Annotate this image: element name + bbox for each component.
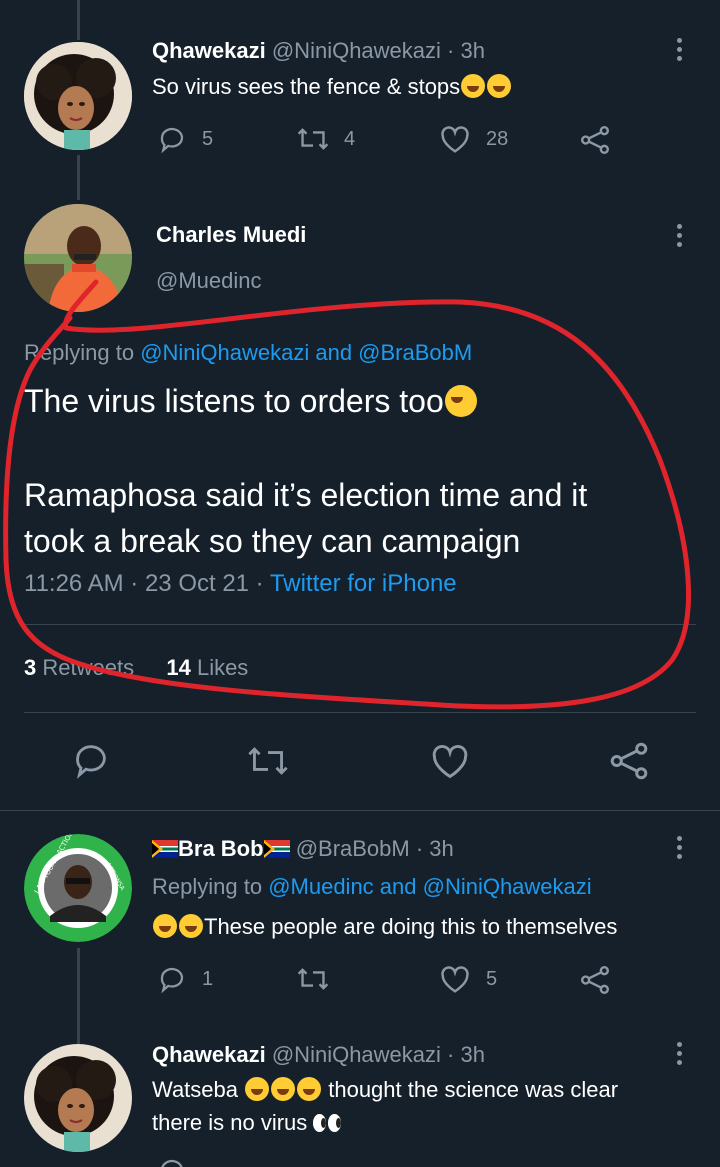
tweet-time[interactable]: · 3h: [416, 836, 454, 861]
replying-to-links[interactable]: @Muedinc and @NiniQhawekazi: [268, 874, 591, 899]
rofl-emoji-icon: [297, 1077, 322, 1101]
reply-button[interactable]: 1: [156, 964, 213, 994]
retweet-icon: [297, 968, 329, 990]
reply-count: 1: [202, 967, 214, 990]
share-button[interactable]: [578, 964, 612, 996]
user-handle[interactable]: @NiniQhawekazi: [272, 1042, 441, 1067]
rofl-emoji-icon: [153, 914, 177, 938]
like-button[interactable]: 5: [438, 964, 497, 994]
user-handle[interactable]: @BraBobM: [296, 836, 410, 861]
tweet-header: Bra Bob @BraBobM · 3h: [152, 836, 454, 862]
more-icon[interactable]: [677, 836, 683, 863]
eyes-emoji-icon: [313, 1114, 343, 1132]
like-icon: [441, 966, 469, 993]
retweet-button[interactable]: [296, 964, 330, 994]
share-icon: [581, 966, 609, 994]
reply-button[interactable]: [156, 1156, 188, 1167]
display-name[interactable]: Qhawekazi: [152, 1042, 266, 1067]
red-circle-annotation: [3, 279, 692, 710]
rofl-emoji-icon: [271, 1077, 296, 1101]
tweet-text: Watseba thought the science was clear th…: [152, 1077, 619, 1135]
replying-to: Replying to @Muedinc and @NiniQhawekazi: [152, 874, 592, 899]
south-africa-flag-icon: [152, 840, 178, 858]
display-name[interactable]: Bra Bob: [178, 836, 264, 861]
avatar[interactable]: [24, 1044, 132, 1152]
more-icon[interactable]: [677, 1042, 683, 1069]
joy-emoji-icon: [179, 914, 203, 938]
south-africa-flag-icon: [263, 840, 290, 858]
avatar[interactable]: I AM YOUNG ACTIONSA ACTIONSA: [24, 834, 132, 942]
tweet-text: These people are doing this to themselve…: [152, 910, 617, 943]
tweet-header: Qhawekazi @NiniQhawekazi · 3h: [152, 1042, 485, 1068]
reply-icon: [160, 967, 184, 994]
reply-icon: [161, 1159, 183, 1167]
rofl-emoji-icon: [245, 1077, 270, 1101]
tweet-time[interactable]: · 3h: [447, 1042, 485, 1067]
like-count: 5: [486, 967, 498, 990]
